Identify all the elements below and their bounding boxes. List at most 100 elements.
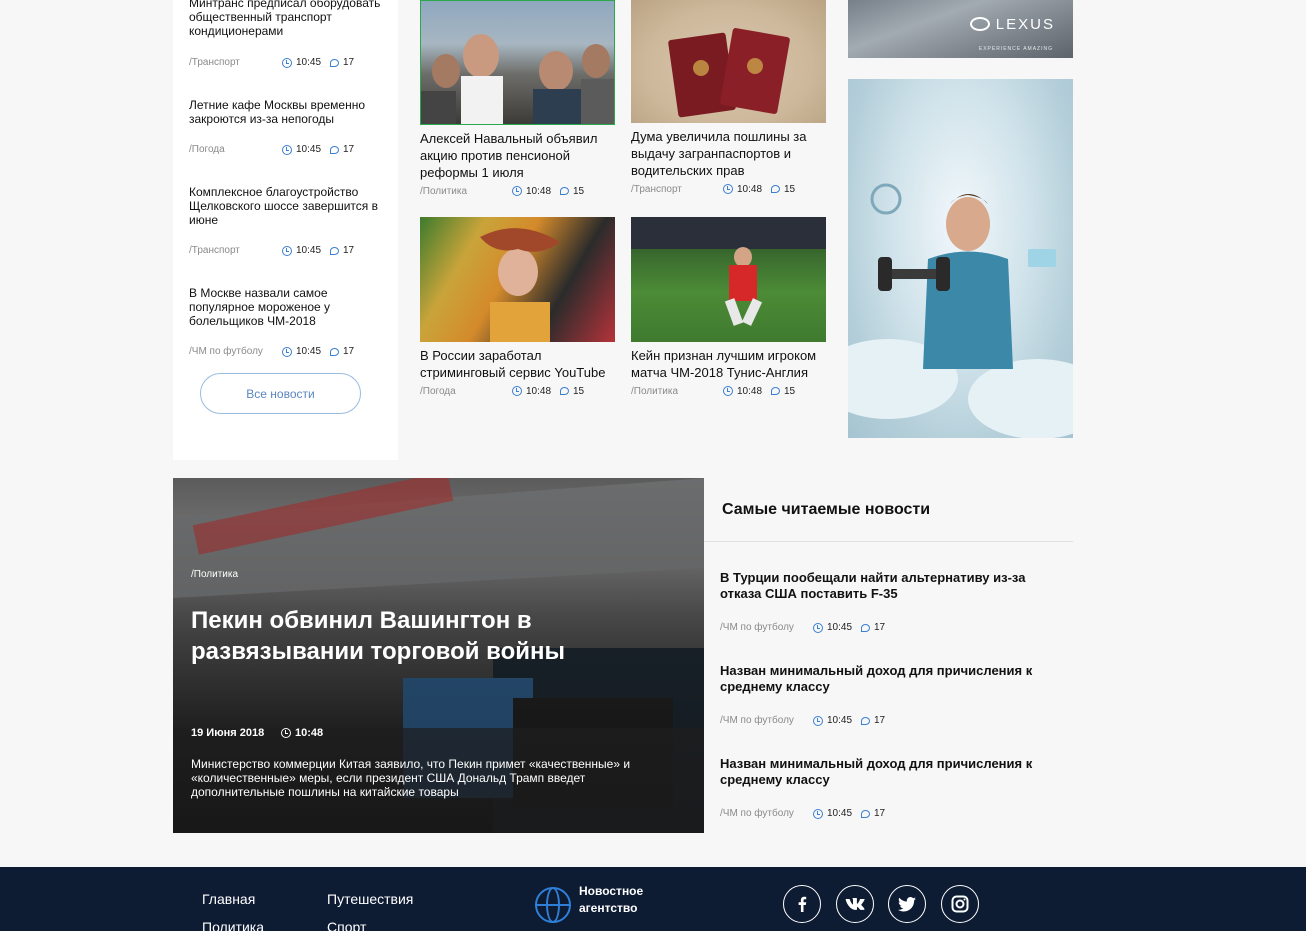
most-read-section: Самые читаемые новости В Турции пообещал…: [704, 478, 1073, 833]
news-comments: 17: [330, 346, 354, 357]
featured-article[interactable]: /Политика Пекин обвинил Вашингтон в разв…: [173, 478, 704, 833]
news-card[interactable]: В России заработал стриминговый сервис Y…: [420, 217, 615, 398]
news-title[interactable]: Минтранс предписал оборудовать обществен…: [189, 0, 389, 38]
news-time: 10:45: [813, 622, 861, 633]
footer-link-politics[interactable]: Политика: [202, 919, 264, 931]
footer-link-travel[interactable]: Путешествия: [327, 891, 413, 907]
lexus-mark-icon: [969, 17, 990, 31]
news-item[interactable]: Летние кафе Москвы временно закроются из…: [189, 98, 389, 155]
brand-line: Новостное: [579, 884, 644, 898]
news-category[interactable]: /Погода: [420, 386, 512, 397]
news-card[interactable]: Алексей Навальный объявил акцию против п…: [420, 0, 615, 198]
news-card-title[interactable]: Алексей Навальный объявил акцию против п…: [420, 130, 615, 181]
footer-link-home[interactable]: Главная: [202, 891, 255, 907]
comments-count: 17: [343, 144, 355, 155]
comment-icon: [861, 809, 870, 818]
news-category[interactable]: /Транспорт: [189, 245, 282, 256]
most-read-title[interactable]: Назван минимальный доход для причисления…: [720, 663, 1065, 695]
divider: [704, 541, 1073, 542]
news-time: 10:45: [282, 245, 330, 256]
clock-icon: [723, 184, 733, 194]
facebook-icon[interactable]: [783, 885, 821, 923]
news-card-image[interactable]: [631, 0, 826, 123]
featured-title[interactable]: Пекин обвинил Вашингтон в развязывании т…: [191, 605, 611, 667]
comments-count: 17: [343, 57, 355, 68]
instagram-icon[interactable]: [941, 885, 979, 923]
comments-count: 17: [343, 245, 355, 256]
news-comments: 15: [560, 386, 584, 397]
most-read-item[interactable]: В Турции пообещали найти альтернативу из…: [720, 570, 1065, 633]
news-category[interactable]: /Транспорт: [631, 184, 723, 195]
news-category[interactable]: /Политика: [631, 386, 723, 397]
news-card-image[interactable]: [420, 0, 615, 125]
news-title[interactable]: Летние кафе Москвы временно закроются из…: [189, 98, 389, 126]
news-item[interactable]: Комплексное благоустройство Щелковского …: [189, 185, 389, 256]
news-time: 10:45: [282, 144, 330, 155]
most-read-heading: Самые читаемые новости: [722, 501, 931, 518]
news-comments: 17: [861, 808, 885, 819]
featured-category[interactable]: /Политика: [191, 569, 238, 580]
news-time: 10:45: [813, 715, 861, 726]
clock-icon: [282, 346, 292, 357]
footer-link-sport[interactable]: Спорт: [327, 919, 366, 931]
vk-icon[interactable]: [836, 885, 874, 923]
news-category[interactable]: /ЧМ по футболу: [720, 622, 813, 633]
comment-icon: [771, 185, 780, 193]
featured-time: 10:48: [281, 727, 323, 739]
news-category[interactable]: /ЧМ по футболу: [720, 808, 813, 819]
time-value: 10:48: [737, 385, 763, 397]
clock-icon: [723, 386, 733, 396]
news-comments: 17: [330, 245, 354, 256]
most-read-item[interactable]: Назван минимальный доход для причисления…: [720, 663, 1065, 726]
news-meta: /Транспорт 10:45 17: [189, 57, 389, 68]
bank-ad-banner[interactable]: [848, 79, 1073, 438]
news-card-title[interactable]: Кейн признан лучшим игроком матча ЧМ-201…: [631, 347, 826, 381]
news-card[interactable]: Дума увеличила пошлины за выдачу загранп…: [631, 0, 826, 196]
news-card-title[interactable]: В России заработал стриминговый сервис Y…: [420, 347, 615, 381]
twitter-icon[interactable]: [888, 885, 926, 923]
news-card-image[interactable]: [420, 217, 615, 342]
footer-brand[interactable]: Новостное агентство: [535, 884, 643, 923]
news-meta: /ЧМ по футболу 10:45 17: [189, 346, 389, 357]
lexus-ad-banner[interactable]: LEXUS EXPERIENCE AMAZING: [848, 0, 1073, 58]
comments-count: 15: [573, 385, 585, 397]
comment-icon: [330, 347, 339, 356]
comments-count: 15: [784, 183, 796, 195]
news-item[interactable]: Минтранс предписал оборудовать обществен…: [189, 0, 389, 68]
time-value: 10:48: [295, 727, 324, 739]
all-news-button[interactable]: Все новости: [200, 373, 361, 414]
woman-photo: [480, 228, 560, 342]
news-card-title[interactable]: Дума увеличила пошлины за выдачу загранп…: [631, 128, 826, 179]
globe-icon: [535, 887, 571, 923]
clock-icon: [282, 245, 292, 256]
clock-icon: [282, 57, 292, 68]
brand-line: агентство: [579, 901, 638, 915]
news-comments: 15: [560, 186, 584, 197]
news-card-image[interactable]: [631, 217, 826, 342]
news-title[interactable]: Комплексное благоустройство Щелковского …: [189, 185, 389, 227]
footer: Главная Политика Путешествия Спорт Новос…: [0, 867, 1306, 931]
news-category[interactable]: /ЧМ по футболу: [189, 346, 282, 357]
most-read-title[interactable]: В Турции пообещали найти альтернативу из…: [720, 570, 1065, 602]
news-item[interactable]: В Москве назвали самое популярное мороже…: [189, 286, 389, 357]
most-read-item[interactable]: Назван минимальный доход для причисления…: [720, 756, 1065, 819]
comments-count: 15: [784, 385, 796, 397]
news-category[interactable]: /ЧМ по футболу: [720, 715, 813, 726]
clock-icon: [282, 144, 292, 155]
news-comments: 15: [771, 386, 795, 397]
most-read-title[interactable]: Назван минимальный доход для причисления…: [720, 756, 1065, 788]
lexus-logo: LEXUS: [969, 16, 1055, 33]
news-card[interactable]: Кейн признан лучшим игроком матча ЧМ-201…: [631, 217, 826, 398]
news-meta: /Погода 10:45 17: [189, 144, 389, 155]
news-category[interactable]: /Политика: [420, 186, 512, 197]
football-photo: [631, 217, 826, 326]
news-category[interactable]: /Транспорт: [189, 57, 282, 68]
time-value: 10:45: [827, 715, 853, 726]
clock-icon: [813, 715, 823, 726]
news-category[interactable]: /Погода: [189, 144, 282, 155]
news-comments: 17: [330, 57, 354, 68]
news-meta: /ЧМ по футболу 10:45 17: [720, 808, 885, 819]
news-title[interactable]: В Москве назвали самое популярное мороже…: [189, 286, 389, 328]
news-card-meta: /Погода 10:48 15: [420, 384, 615, 398]
comments-count: 17: [874, 622, 886, 633]
